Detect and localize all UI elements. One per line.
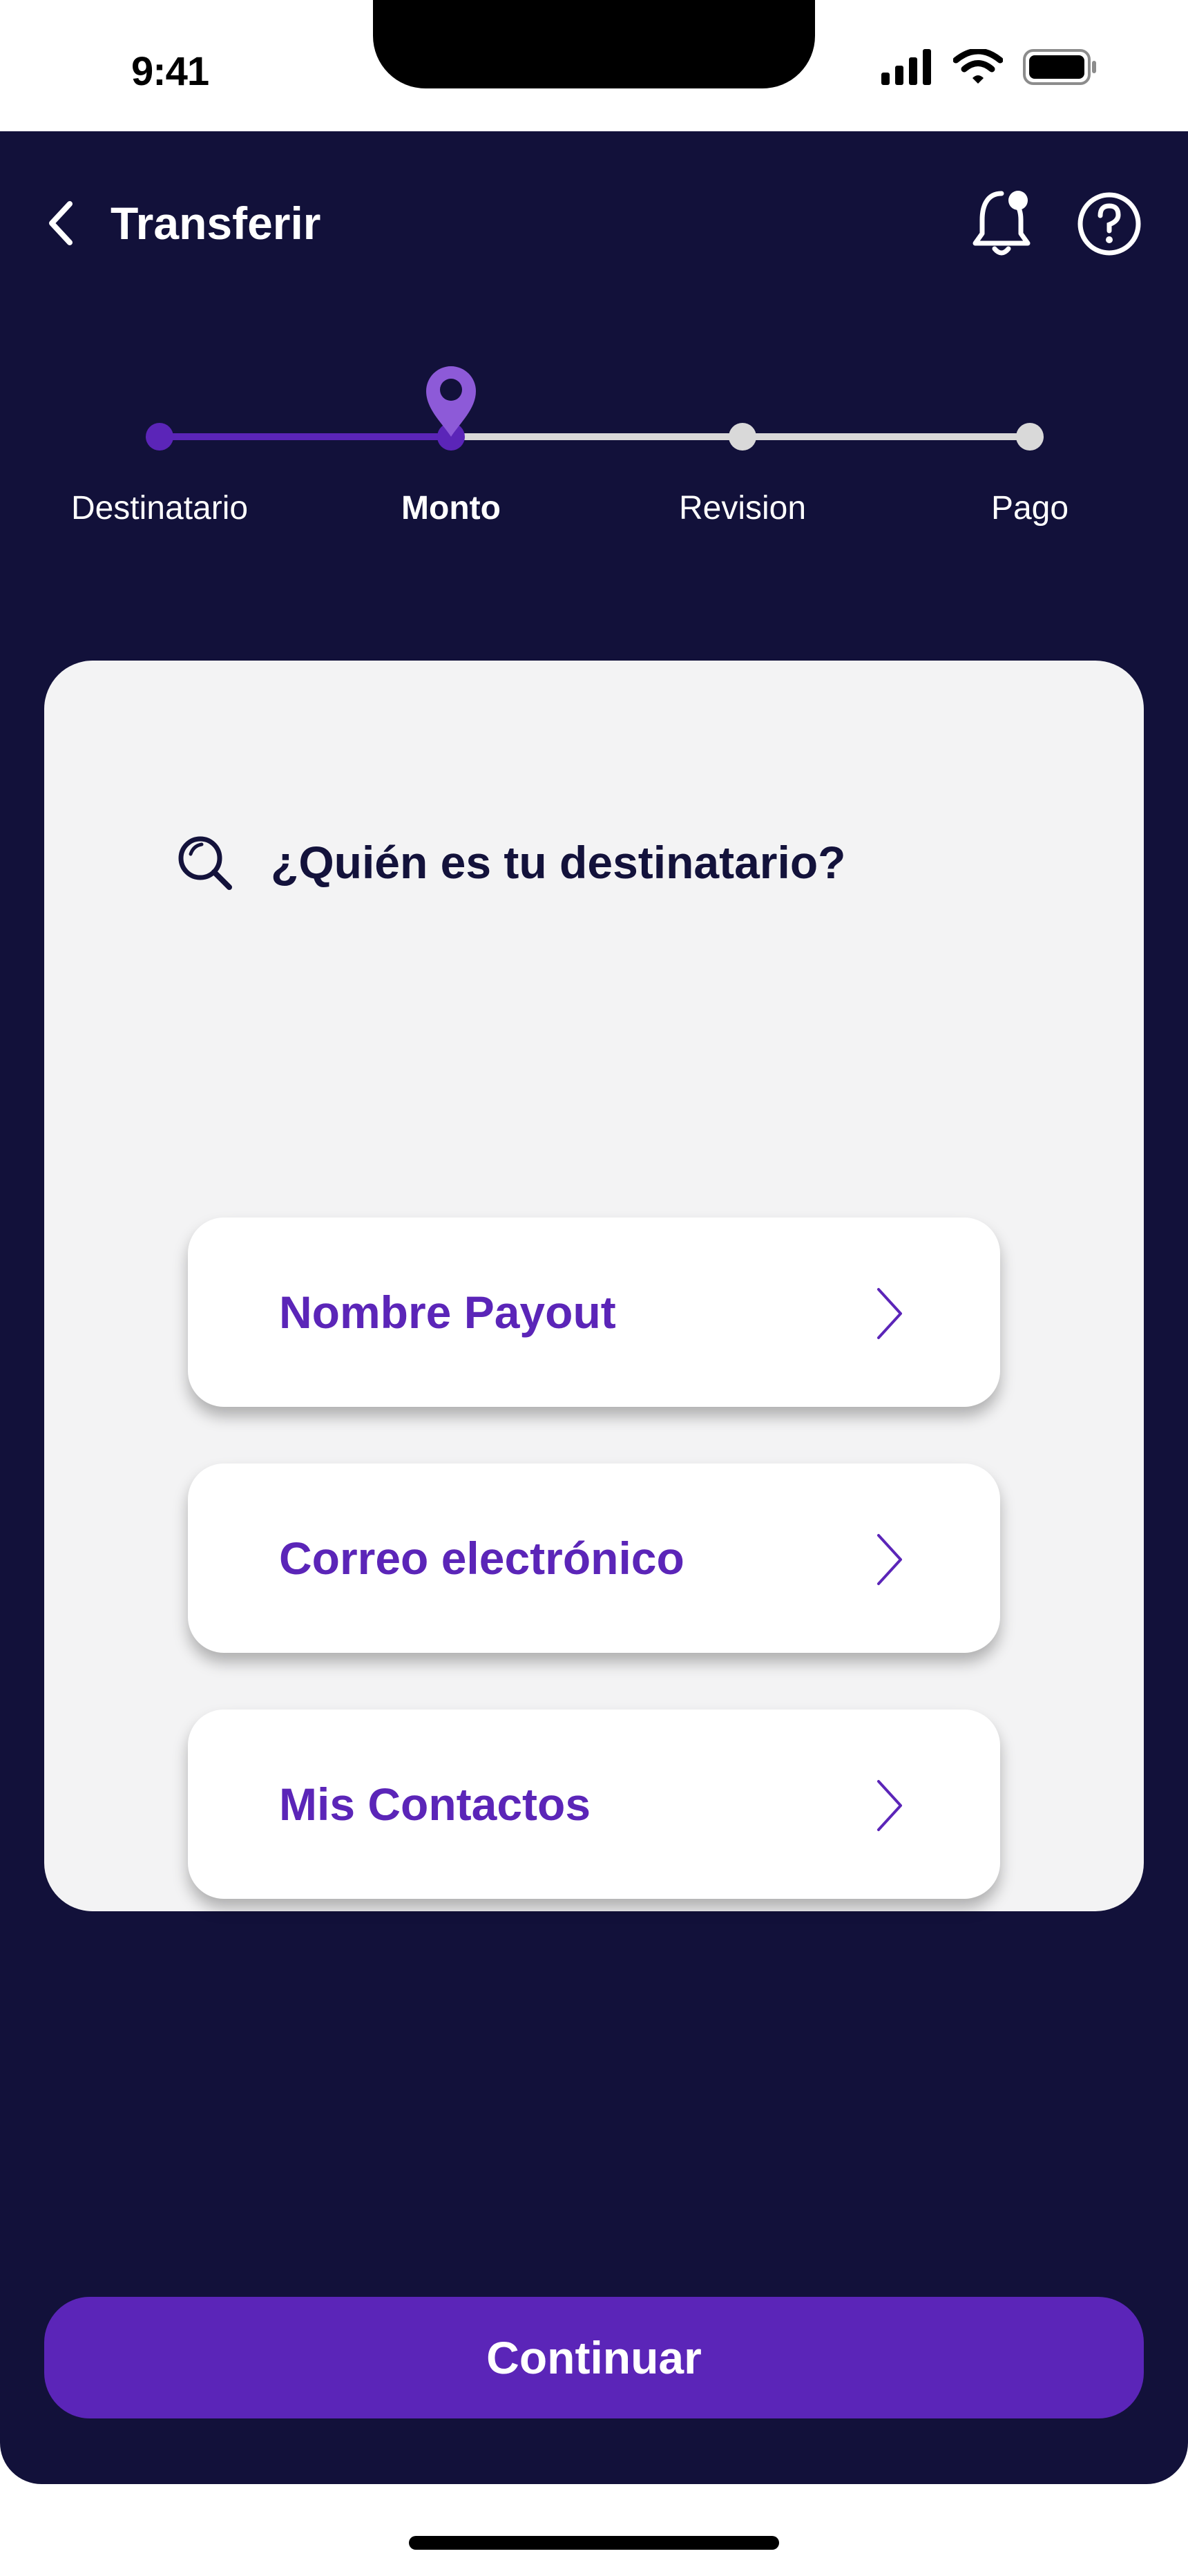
recipient-card: ¿Quién es tu destinatario? Nombre Payout…: [44, 661, 1144, 1911]
wifi-icon: [953, 49, 1003, 84]
help-button[interactable]: [1075, 189, 1144, 258]
chevron-right-icon: [877, 1534, 902, 1585]
step-dot-pago: [1016, 423, 1044, 451]
back-button[interactable]: [36, 192, 84, 254]
home-indicator[interactable]: [409, 2536, 779, 2550]
camera-notch: [373, 0, 815, 88]
help-icon: [1077, 192, 1141, 256]
search-icon: [178, 836, 232, 890]
bell-icon: [973, 191, 1031, 256]
signal-icon: [881, 49, 931, 85]
step-label-pago: Pago: [990, 490, 1069, 527]
stepper-dots: [146, 366, 1044, 451]
step-label-revision: Revision: [678, 490, 807, 527]
battery-icon: [1023, 49, 1096, 85]
chevron-right-icon: [877, 1288, 902, 1339]
option-mis-contactos[interactable]: Mis Contactos: [188, 1710, 1000, 1899]
option-correo-electronico[interactable]: Correo electrónico: [188, 1464, 1000, 1653]
question-text: ¿Quién es tu destinatario?: [271, 837, 846, 888]
status-icons: [881, 48, 1098, 86]
option-label: Mis Contactos: [279, 1779, 591, 1830]
option-label: Nombre Payout: [279, 1287, 616, 1338]
map-pin-icon: [426, 366, 476, 437]
recipient-question: ¿Quién es tu destinatario?: [175, 833, 845, 891]
notifications-button[interactable]: [967, 185, 1036, 261]
step-label-destinatario: Destinatario: [70, 490, 249, 527]
back-arrow-icon: [49, 201, 73, 245]
app-screen: Transferir Destinatario Monto Revision P…: [0, 131, 1188, 2484]
step-label-monto: Monto: [401, 490, 501, 527]
option-label: Correo electrónico: [279, 1533, 684, 1584]
status-bar: 9:41: [0, 0, 1188, 131]
step-dot-destinatario: [146, 423, 173, 451]
top-bar: Transferir: [0, 131, 1188, 304]
page-title: Transferir: [111, 198, 321, 249]
option-nombre-payout[interactable]: Nombre Payout: [188, 1218, 1000, 1407]
step-dot-revision: [729, 423, 756, 451]
chevron-right-icon: [877, 1780, 902, 1831]
continue-button[interactable]: Continuar: [44, 2297, 1144, 2418]
status-time: 9:41: [131, 49, 209, 94]
